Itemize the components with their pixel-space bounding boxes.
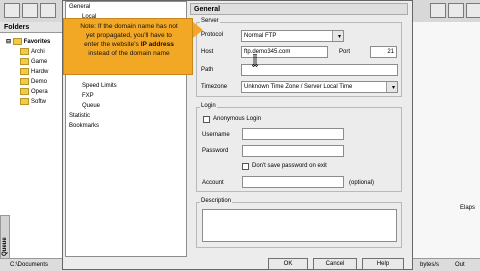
folder-icon bbox=[20, 48, 29, 55]
tree-item-games[interactable]: Game bbox=[20, 58, 47, 65]
queue-tab-label: Queue bbox=[2, 237, 8, 256]
tree-item-hardware[interactable]: Hardw bbox=[20, 68, 48, 75]
tree-statistic[interactable]: Statistic bbox=[69, 113, 90, 119]
folder-icon bbox=[20, 88, 29, 95]
ip-address-emphasis: IP address bbox=[140, 41, 174, 48]
password-input[interactable] bbox=[242, 145, 344, 157]
callout-line-1: Note: If the domain name has not bbox=[80, 23, 178, 30]
save-toolbar-icon[interactable] bbox=[40, 3, 56, 18]
tree-item-archive[interactable]: Archi bbox=[20, 48, 45, 55]
tree-fxp[interactable]: FXP bbox=[82, 93, 94, 99]
transfer-panel: Elaps bbox=[412, 22, 480, 270]
account-label: Account bbox=[202, 180, 224, 186]
dont-save-password-checkbox[interactable] bbox=[242, 163, 249, 170]
transfer-toolbar-icon[interactable] bbox=[430, 3, 446, 18]
description-textarea[interactable] bbox=[202, 209, 397, 242]
folder-toolbar-icon[interactable] bbox=[4, 3, 20, 18]
folder-icon bbox=[20, 98, 29, 105]
chevron-down-icon: ▾ bbox=[391, 85, 395, 91]
tree-speed-limits[interactable]: Speed Limits bbox=[82, 83, 117, 89]
status-path: C:\Documents bbox=[10, 262, 49, 268]
callout-line-4: instead of the domain name bbox=[88, 50, 170, 57]
dont-save-password-label: Don't save password on exit bbox=[252, 163, 327, 169]
account-input[interactable] bbox=[242, 176, 344, 188]
protocol-label: Protocol bbox=[201, 32, 224, 38]
path-input[interactable] bbox=[241, 64, 398, 76]
mouse-cursor-icon bbox=[252, 54, 259, 67]
password-label: Password bbox=[202, 148, 229, 154]
collapse-icon[interactable]: ⊟ bbox=[6, 39, 11, 45]
panel-title: General bbox=[190, 3, 408, 15]
callout-line-3: enter the website's IP address bbox=[84, 41, 174, 48]
login-group-title: Login bbox=[200, 103, 217, 109]
favorites-node[interactable]: ⊟ Favorites bbox=[6, 38, 50, 45]
chevron-down-icon: ▾ bbox=[337, 34, 341, 40]
host-label: Host bbox=[201, 49, 214, 55]
username-input[interactable] bbox=[242, 128, 344, 140]
tree-item-software[interactable]: Softw bbox=[20, 98, 46, 105]
port-label: Port bbox=[339, 49, 351, 55]
queue-tab[interactable]: Queue bbox=[0, 215, 10, 263]
tree-item-operating[interactable]: Opera bbox=[20, 88, 48, 95]
folder-icon bbox=[20, 68, 29, 75]
folder-icon bbox=[20, 78, 29, 85]
port-input[interactable]: 21 bbox=[370, 46, 397, 58]
tree-general[interactable]: General bbox=[69, 4, 90, 10]
disk-toolbar-icon[interactable] bbox=[22, 3, 38, 18]
protocol-select[interactable]: Normal FTP ▾ bbox=[241, 30, 344, 42]
tree-item-demo[interactable]: Demo bbox=[20, 78, 47, 85]
tree-bookmarks[interactable]: Bookmarks bbox=[69, 123, 99, 129]
callout-line-2: yet propagated, you'll have to bbox=[86, 32, 172, 39]
folder-icon bbox=[12, 38, 22, 45]
folders-header: Folders bbox=[0, 22, 62, 33]
username-label: Username bbox=[202, 132, 230, 138]
callout-pointer bbox=[193, 22, 203, 38]
queue-toolbar-icon[interactable] bbox=[448, 3, 464, 18]
timezone-select[interactable]: Unknown Time Zone / Server Local Time ▾ bbox=[241, 81, 398, 93]
folder-icon bbox=[20, 58, 29, 65]
cancel-button[interactable]: Cancel bbox=[313, 258, 357, 270]
elapsed-column-header: Elaps bbox=[460, 205, 476, 211]
account-hint: (optional) bbox=[349, 180, 375, 186]
description-group-title: Description bbox=[200, 198, 233, 204]
tree-queue[interactable]: Queue bbox=[82, 103, 100, 109]
path-label: Path bbox=[201, 67, 214, 73]
tutorial-callout: Note: If the domain name has not yet pro… bbox=[63, 18, 193, 75]
out-status: Out bbox=[455, 262, 465, 268]
anonymous-checkbox[interactable] bbox=[203, 116, 210, 123]
anonymous-label: Anonymous Login bbox=[213, 116, 262, 122]
ok-button[interactable]: OK bbox=[268, 258, 308, 270]
help-button[interactable]: Help bbox=[362, 258, 404, 270]
settings-toolbar-icon[interactable] bbox=[466, 3, 480, 18]
timezone-label: Timezone bbox=[201, 84, 228, 90]
rate-status: bytes/s bbox=[420, 262, 440, 268]
